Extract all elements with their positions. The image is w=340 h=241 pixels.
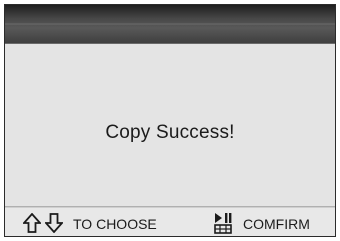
device-screen: Copy Success! TO CHOOSE COMFIRM <box>4 4 336 237</box>
arrow-down-icon <box>45 213 63 233</box>
message-panel: Copy Success! <box>5 43 335 207</box>
arrow-up-icon <box>23 213 41 233</box>
key-hint-bar: TO CHOOSE COMFIRM <box>5 207 335 236</box>
title-bar <box>5 5 335 43</box>
confirm-hint-label: COMFIRM <box>243 216 310 232</box>
status-message: Copy Success! <box>105 122 235 143</box>
title-bar-sheen <box>5 23 335 25</box>
choose-hint-label: TO CHOOSE <box>73 216 157 232</box>
play-pause-icon <box>214 213 232 234</box>
